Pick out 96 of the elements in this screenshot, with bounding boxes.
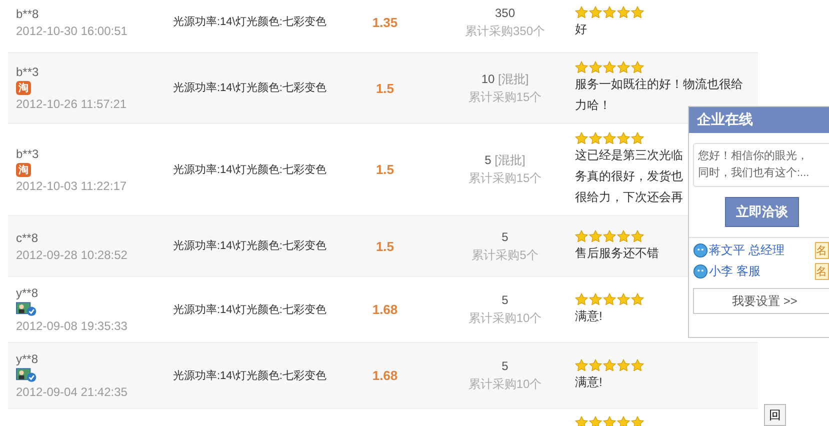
review-line: 满意! <box>575 374 602 391</box>
star-icon <box>631 132 644 144</box>
order-date: 2012-09-04 21:42:35 <box>16 384 128 400</box>
star-icon <box>589 61 602 73</box>
star-icon <box>617 416 630 426</box>
buyer-name: b**3 <box>16 64 39 80</box>
star-icon <box>631 359 644 371</box>
buyer-name: b**8 <box>16 6 39 22</box>
star-icon <box>617 359 630 371</box>
buyer-name: y**8 <box>16 285 38 301</box>
product-spec: 光源功率:14\灯光颜色:七彩变色 <box>173 368 328 384</box>
review-line: 很给力，下次还会再 <box>575 189 683 206</box>
star-icon <box>575 6 588 18</box>
star-icon <box>575 293 588 305</box>
star-icon <box>603 6 616 18</box>
star-icon <box>575 359 588 371</box>
star-icon <box>589 132 602 144</box>
star-icon <box>631 61 644 73</box>
taobao-badge: 淘 <box>16 162 31 176</box>
quantity: 5 <box>502 292 508 309</box>
star-icon <box>631 6 644 18</box>
greeting-line: 您好！相信你的眼光， <box>698 149 809 164</box>
total-purchased: 累计采购10个 <box>468 376 542 393</box>
order-date: 2012-10-03 11:22:17 <box>16 178 127 194</box>
quantity: 5 [混批] <box>484 152 526 169</box>
star-icon <box>631 293 644 305</box>
review-line: 服务一如既往的好！物流也很给 <box>575 76 743 93</box>
review-line: 力哈！ <box>575 97 611 114</box>
unit-price: 1.68 <box>372 368 398 383</box>
contact-tag[interactable]: 名 <box>815 242 829 259</box>
star-icon <box>631 416 644 426</box>
product-spec: 光源功率:14\灯光颜色:七彩变色 <box>173 80 328 96</box>
star-icon <box>575 132 588 144</box>
id-card-icon <box>16 368 38 383</box>
star-icon <box>617 6 630 18</box>
chat-bubble-icon <box>693 243 708 258</box>
review-line: 这已经是第三次光临 <box>575 147 683 164</box>
id-card-icon <box>16 302 38 317</box>
total-purchased: 累计采购15个 <box>468 170 542 187</box>
star-icon <box>589 359 602 371</box>
greeting-line: 同时，我们也有这个:... <box>698 166 810 181</box>
star-icon <box>631 230 644 242</box>
star-icon <box>589 230 602 242</box>
total-purchased: 累计采购350个 <box>464 22 546 40</box>
star-icon <box>617 132 630 144</box>
star-icon <box>603 230 616 242</box>
contact-tag[interactable]: 名 <box>815 263 829 280</box>
product-spec: 光源功率:14\灯光颜色:七彩变色 <box>173 14 328 30</box>
star-icon <box>589 416 602 426</box>
total-purchased: 累计采购10个 <box>468 310 542 327</box>
chat-now-button[interactable]: 立即洽谈 <box>725 197 799 227</box>
review-line: 好 <box>575 20 587 38</box>
star-icon <box>617 293 630 305</box>
star-icon <box>575 230 588 242</box>
star-icon <box>575 416 588 426</box>
star-icon <box>603 416 616 426</box>
quantity: 10 [混批] <box>481 70 529 88</box>
order-date: 2012-10-26 11:57:21 <box>16 96 127 112</box>
contact-name[interactable]: 蒋文平 总经理 <box>709 242 784 259</box>
review-line: 满意! <box>575 308 602 325</box>
star-icon <box>589 293 602 305</box>
unit-price: 1.5 <box>376 80 394 96</box>
unit-price: 1.5 <box>376 162 394 177</box>
buyer-name: b**3 <box>16 146 39 162</box>
product-spec: 光源功率:14\灯光颜色:七彩变色 <box>173 162 328 178</box>
buyer-name: c**8 <box>16 230 38 246</box>
order-date: 2012-10-30 16:00:51 <box>16 22 128 38</box>
buyer-name: y**8 <box>16 351 38 367</box>
quantity: 5 <box>502 358 508 375</box>
settings-button[interactable]: 我要设置 >> <box>693 288 829 314</box>
order-date: 2012-09-08 19:35:33 <box>16 318 128 334</box>
review-line: 售后服务还不错 <box>575 244 659 262</box>
order-date: 2012-09-28 10:28:52 <box>16 246 128 262</box>
unit-price: 1.35 <box>372 14 398 30</box>
taobao-badge: 淘 <box>16 81 31 95</box>
star-icon <box>575 61 588 73</box>
chat-bubble-icon <box>693 264 708 279</box>
star-icon <box>617 61 630 73</box>
panel-title: 企业在线 <box>697 111 753 129</box>
product-spec: 光源功率:14\灯光颜色:七彩变色 <box>173 302 328 318</box>
unit-price: 1.68 <box>372 302 398 317</box>
star-icon <box>617 230 630 242</box>
review-line: 务真的很好，发货也 <box>575 168 683 185</box>
star-icon <box>603 132 616 144</box>
quantity: 350 <box>494 4 516 22</box>
quantity: 5 <box>502 228 508 246</box>
back-to-top-button[interactable]: 回 <box>764 404 786 426</box>
unit-price: 1.5 <box>376 238 394 254</box>
star-icon <box>589 6 602 18</box>
star-icon <box>603 61 616 73</box>
total-purchased: 累计采购5个 <box>472 246 538 264</box>
product-spec: 光源功率:14\灯光颜色:七彩变色 <box>173 238 328 254</box>
contact-name[interactable]: 小李 客服 <box>709 263 760 280</box>
total-purchased: 累计采购15个 <box>468 88 542 106</box>
star-icon <box>603 293 616 305</box>
star-icon <box>603 359 616 371</box>
